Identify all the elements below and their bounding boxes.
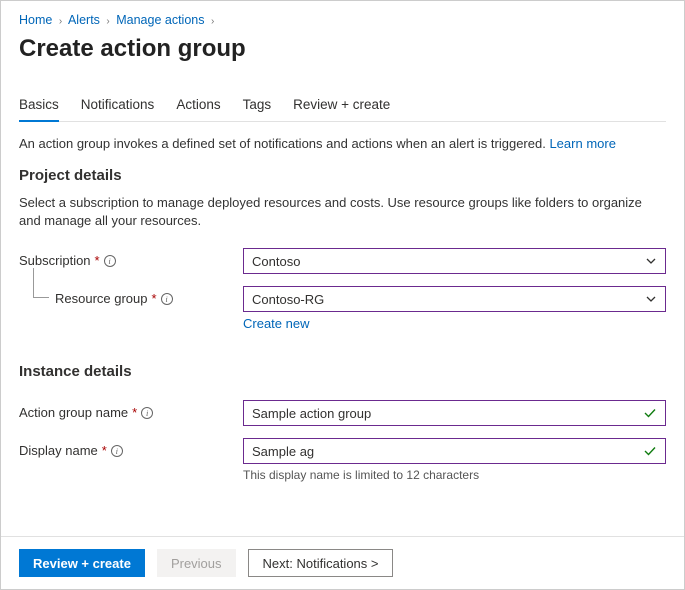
display-name-input[interactable]: Sample ag bbox=[243, 438, 666, 464]
tab-tags[interactable]: Tags bbox=[243, 91, 272, 122]
info-icon[interactable]: i bbox=[111, 445, 123, 457]
breadcrumb-home[interactable]: Home bbox=[19, 13, 52, 27]
required-indicator: * bbox=[95, 253, 100, 268]
chevron-down-icon bbox=[645, 255, 657, 267]
description-text: An action group invokes a defined set of… bbox=[19, 136, 666, 151]
action-group-name-input[interactable]: Sample action group bbox=[243, 400, 666, 426]
review-create-button[interactable]: Review + create bbox=[19, 549, 145, 577]
breadcrumb-manage-actions[interactable]: Manage actions bbox=[116, 13, 204, 27]
chevron-right-icon: › bbox=[106, 16, 109, 27]
info-icon[interactable]: i bbox=[161, 293, 173, 305]
tabs: Basics Notifications Actions Tags Review… bbox=[19, 91, 666, 122]
action-group-name-label: Action group name bbox=[19, 405, 128, 420]
breadcrumb: Home › Alerts › Manage actions › bbox=[19, 13, 666, 27]
chevron-down-icon bbox=[645, 293, 657, 305]
subscription-dropdown[interactable]: Contoso bbox=[243, 248, 666, 274]
chevron-right-icon: › bbox=[59, 16, 62, 27]
breadcrumb-alerts[interactable]: Alerts bbox=[68, 13, 100, 27]
info-icon[interactable]: i bbox=[104, 255, 116, 267]
checkmark-icon bbox=[643, 444, 657, 458]
checkmark-icon bbox=[643, 406, 657, 420]
required-indicator: * bbox=[132, 405, 137, 420]
hierarchy-line bbox=[33, 268, 49, 298]
tab-actions[interactable]: Actions bbox=[176, 91, 220, 122]
info-icon[interactable]: i bbox=[141, 407, 153, 419]
project-details-heading: Project details bbox=[19, 167, 666, 184]
previous-button: Previous bbox=[157, 549, 236, 577]
tab-notifications[interactable]: Notifications bbox=[81, 91, 155, 122]
chevron-right-icon: › bbox=[211, 16, 214, 27]
project-details-help: Select a subscription to manage deployed… bbox=[19, 194, 666, 230]
tab-basics[interactable]: Basics bbox=[19, 91, 59, 122]
footer: Review + create Previous Next: Notificat… bbox=[1, 536, 684, 589]
display-name-helper: This display name is limited to 12 chara… bbox=[243, 468, 666, 482]
display-name-label: Display name bbox=[19, 443, 98, 458]
resource-group-dropdown[interactable]: Contoso-RG bbox=[243, 286, 666, 312]
resource-group-label: Resource group bbox=[55, 291, 148, 306]
tab-review-create[interactable]: Review + create bbox=[293, 91, 390, 122]
create-new-link[interactable]: Create new bbox=[243, 316, 309, 331]
page-title: Create action group bbox=[19, 35, 666, 63]
next-button[interactable]: Next: Notifications > bbox=[248, 549, 394, 577]
required-indicator: * bbox=[102, 443, 107, 458]
learn-more-link[interactable]: Learn more bbox=[549, 136, 615, 151]
required-indicator: * bbox=[152, 291, 157, 306]
instance-details-heading: Instance details bbox=[19, 363, 666, 380]
subscription-label: Subscription bbox=[19, 253, 91, 268]
